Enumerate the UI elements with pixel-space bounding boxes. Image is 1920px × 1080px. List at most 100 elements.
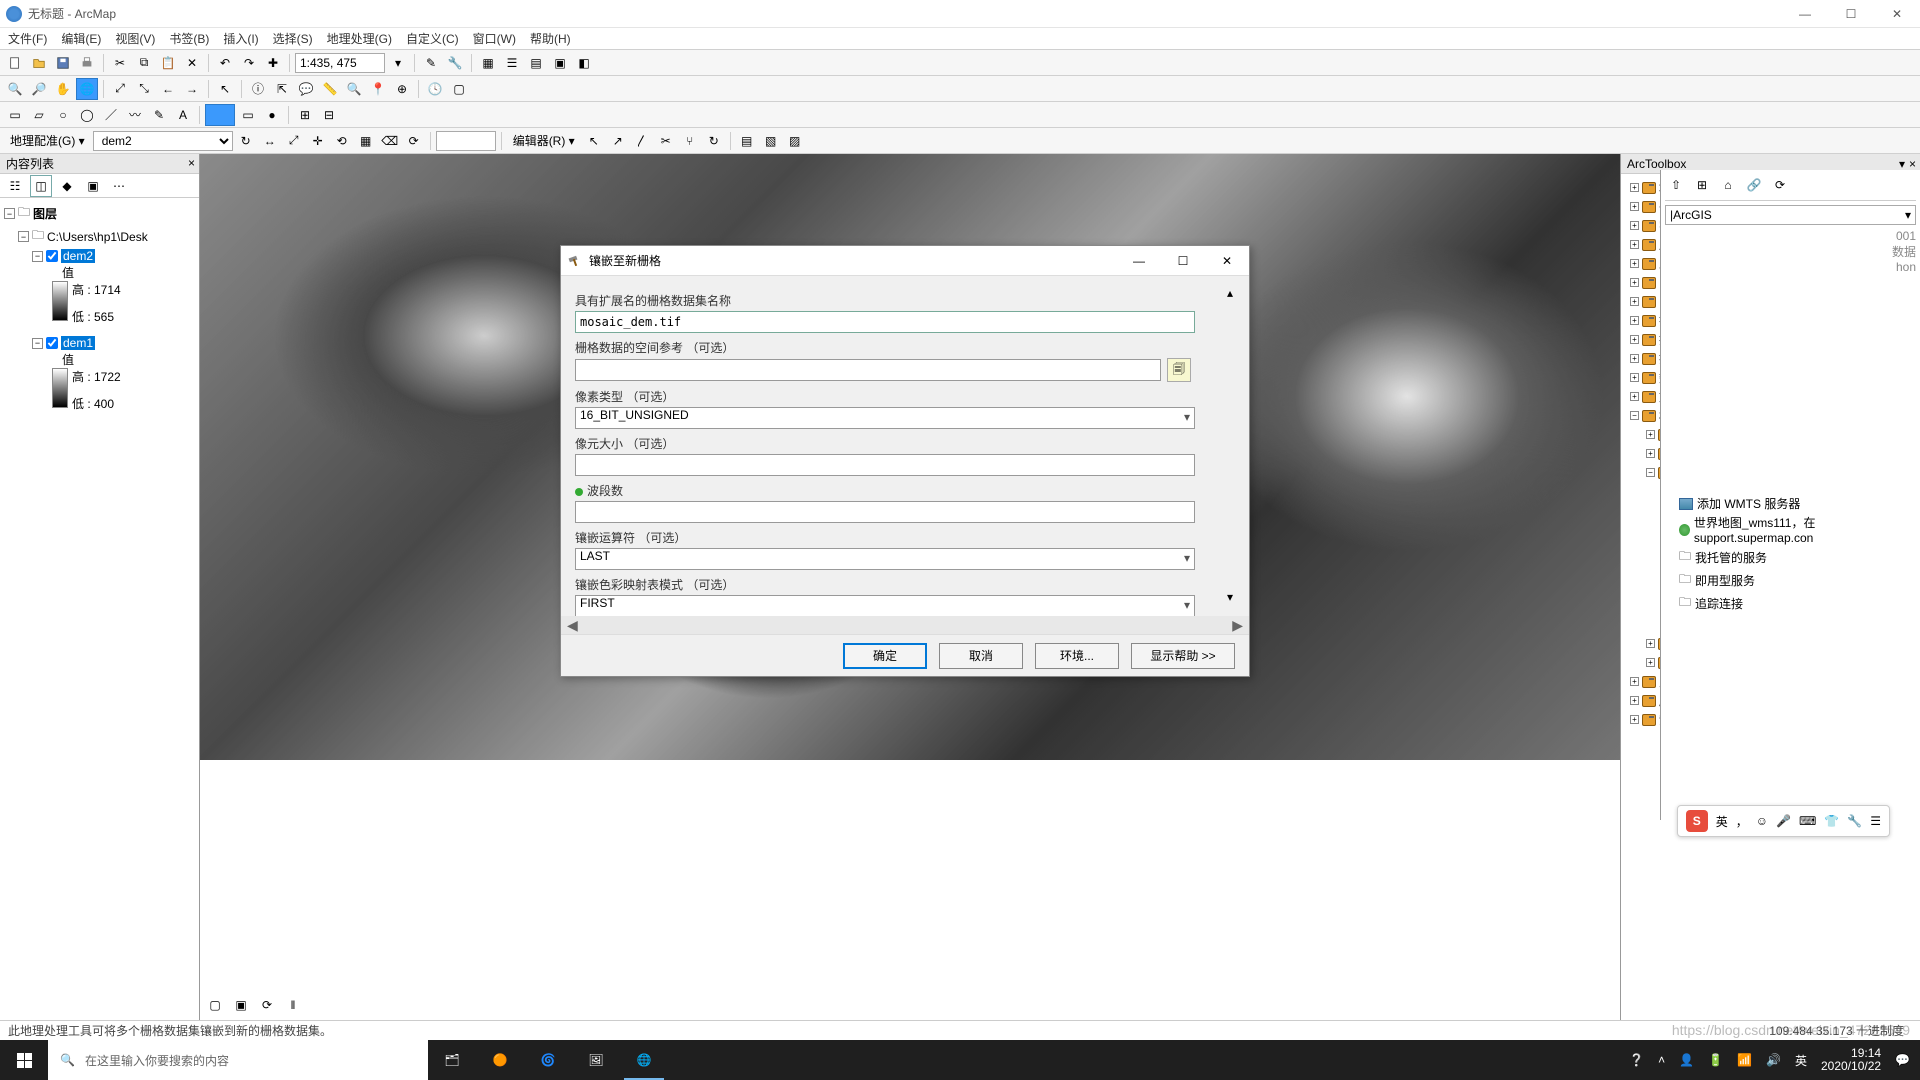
expand-toggle[interactable]: − xyxy=(18,231,29,242)
draw-rect-icon[interactable]: ▭ xyxy=(4,104,26,126)
edit-cut-icon[interactable]: ✂ xyxy=(655,130,677,152)
arctoolbox-pin-button[interactable]: ▾ xyxy=(1899,157,1905,171)
server-item[interactable]: 🗀 追踪连接 xyxy=(1679,592,1916,615)
start-button[interactable] xyxy=(0,1040,48,1080)
select-arrow-icon[interactable]: ↖ xyxy=(214,78,236,100)
dialog-minimize-button[interactable]: — xyxy=(1117,246,1161,276)
band-count-input[interactable] xyxy=(575,501,1195,523)
toc-list-by-visibility-icon[interactable]: ◆ xyxy=(56,175,78,197)
edit-attr-icon[interactable]: ▤ xyxy=(736,130,758,152)
catalog-connect-icon[interactable]: 🔗 xyxy=(1743,174,1765,196)
viewer-icon[interactable]: ▢ xyxy=(448,78,470,100)
expand-toggle[interactable]: − xyxy=(4,208,15,219)
expand-toggle[interactable]: + xyxy=(1630,183,1639,192)
editor-toolbar-button[interactable]: ✎ xyxy=(420,52,442,74)
dialog-titlebar[interactable]: 镶嵌至新栅格 — ☐ ✕ xyxy=(561,246,1249,276)
edit-tool-icon[interactable]: ↖ xyxy=(583,130,605,152)
menu-select[interactable]: 选择(S) xyxy=(273,30,313,47)
python-button[interactable]: ▣ xyxy=(549,52,571,74)
expand-toggle[interactable]: + xyxy=(1630,202,1639,211)
draw-freehand-icon[interactable]: ✎ xyxy=(148,104,170,126)
ime-lang[interactable]: 英 xyxy=(1716,813,1728,830)
minimize-button[interactable]: — xyxy=(1782,0,1828,28)
toolbox-button[interactable]: 🔧 xyxy=(444,52,466,74)
tray-wifi-icon[interactable]: 📶 xyxy=(1737,1053,1752,1067)
find-icon[interactable]: 🔍 xyxy=(343,78,365,100)
pixel-type-dropdown[interactable]: 16_BIT_UNSIGNED xyxy=(575,407,1195,429)
tray-people-icon[interactable]: 👤 xyxy=(1679,1053,1694,1067)
browse-button[interactable]: 🗐 xyxy=(1167,358,1191,382)
catalog-up-icon[interactable]: ⇧ xyxy=(1665,174,1687,196)
copy-button[interactable]: ⧉ xyxy=(133,52,155,74)
full-extent-icon[interactable]: 🌐 xyxy=(76,78,98,100)
expand-toggle[interactable]: + xyxy=(1630,696,1639,705)
ime-toolbox-icon[interactable]: 🔧 xyxy=(1847,814,1862,828)
expand-toggle[interactable]: + xyxy=(1646,658,1655,667)
edit-rotate-icon[interactable]: ↻ xyxy=(703,130,725,152)
line-color-icon[interactable]: ▭ xyxy=(237,104,259,126)
tray-clock[interactable]: 19:142020/10/22 xyxy=(1821,1047,1881,1073)
expand-toggle[interactable]: + xyxy=(1646,639,1655,648)
expand-toggle[interactable]: + xyxy=(1630,297,1639,306)
task-chrome[interactable]: 🟠 xyxy=(476,1040,524,1080)
georef-auto-icon[interactable]: ⟲ xyxy=(331,130,353,152)
menu-file[interactable]: 文件(F) xyxy=(8,30,47,47)
add-data-button[interactable]: ✚ xyxy=(262,52,284,74)
menu-geoprocessing[interactable]: 地理处理(G) xyxy=(327,30,392,47)
expand-toggle[interactable]: − xyxy=(32,338,43,349)
group-icon[interactable]: ⊞ xyxy=(294,104,316,126)
scale-dropdown[interactable]: ▾ xyxy=(387,52,409,74)
dialog-close-button[interactable]: ✕ xyxy=(1205,246,1249,276)
mosaic-operator-dropdown[interactable]: LAST xyxy=(575,548,1195,570)
draw-circle-icon[interactable]: ○ xyxy=(52,104,74,126)
tray-ime-icon[interactable]: 英 xyxy=(1795,1052,1807,1069)
draw-line-icon[interactable]: ／ xyxy=(100,104,122,126)
catalog-location[interactable]: |ArcGIS▾ xyxy=(1665,205,1916,225)
undo-button[interactable]: ↶ xyxy=(214,52,236,74)
new-button[interactable] xyxy=(4,52,26,74)
refresh-view-button[interactable]: ⟳ xyxy=(256,994,278,1016)
toc-options-icon[interactable]: ⋯ xyxy=(108,175,130,197)
expand-toggle[interactable]: + xyxy=(1630,240,1639,249)
menu-window[interactable]: 窗口(W) xyxy=(473,30,516,47)
expand-toggle[interactable]: + xyxy=(1630,316,1639,325)
georef-table-icon[interactable]: ▦ xyxy=(355,130,377,152)
pan-icon[interactable]: ✋ xyxy=(52,78,74,100)
menu-view[interactable]: 视图(V) xyxy=(115,30,155,47)
georef-shift-icon[interactable]: ↔ xyxy=(259,130,281,152)
paste-button[interactable]: 📋 xyxy=(157,52,179,74)
ime-punct-icon[interactable]: ， xyxy=(1736,813,1748,830)
draw-ellipse-icon[interactable]: ◯ xyxy=(76,104,98,126)
delete-button[interactable]: ✕ xyxy=(181,52,203,74)
catalog-tree-icon[interactable]: ⊞ xyxy=(1691,174,1713,196)
layer-checkbox[interactable] xyxy=(46,337,58,349)
ime-emoji-icon[interactable]: ☺ xyxy=(1756,814,1768,828)
find-route-icon[interactable]: 📍 xyxy=(367,78,389,100)
close-button[interactable]: ✕ xyxy=(1874,0,1920,28)
table-button[interactable]: ▤ xyxy=(525,52,547,74)
prev-extent[interactable]: ← xyxy=(157,78,179,100)
model-builder-button[interactable]: ◧ xyxy=(573,52,595,74)
hyperlink-icon[interactable]: ⇱ xyxy=(271,78,293,100)
show-help-button[interactable]: 显示帮助 >> xyxy=(1131,643,1235,669)
georef-rotate-icon[interactable]: ↻ xyxy=(235,130,257,152)
ime-keyboard-icon[interactable]: ⌨ xyxy=(1799,814,1816,828)
fixed-zoom-out[interactable]: ⤡ xyxy=(133,78,155,100)
time-slider-icon[interactable]: 🕓 xyxy=(424,78,446,100)
draw-curve-icon[interactable]: 〰 xyxy=(124,104,146,126)
server-item[interactable]: 🗀 我托管的服务 xyxy=(1679,546,1916,569)
toc-list-by-drawing-icon[interactable]: ☷ xyxy=(4,175,26,197)
catalog-button[interactable]: ▦ xyxy=(477,52,499,74)
georef-layer-dropdown[interactable]: dem2 xyxy=(93,131,233,151)
edit-sketch-icon[interactable]: ▧ xyxy=(760,130,782,152)
tray-volume-icon[interactable]: 🔊 xyxy=(1766,1053,1781,1067)
georef-link-icon[interactable]: ✛ xyxy=(307,130,329,152)
print-button[interactable] xyxy=(76,52,98,74)
expand-toggle[interactable]: + xyxy=(1630,259,1639,268)
expand-toggle[interactable]: − xyxy=(1630,411,1639,420)
server-item[interactable]: 添加 WMTS 服务器 xyxy=(1679,494,1916,513)
ime-toolbar[interactable]: S 英 ， ☺ 🎤 ⌨ 👕 🔧 ☰ xyxy=(1677,805,1890,837)
redo-button[interactable]: ↷ xyxy=(238,52,260,74)
edit-split-icon[interactable]: ⑂ xyxy=(679,130,701,152)
dialog-hscroll[interactable]: ◀▶ xyxy=(561,616,1249,634)
